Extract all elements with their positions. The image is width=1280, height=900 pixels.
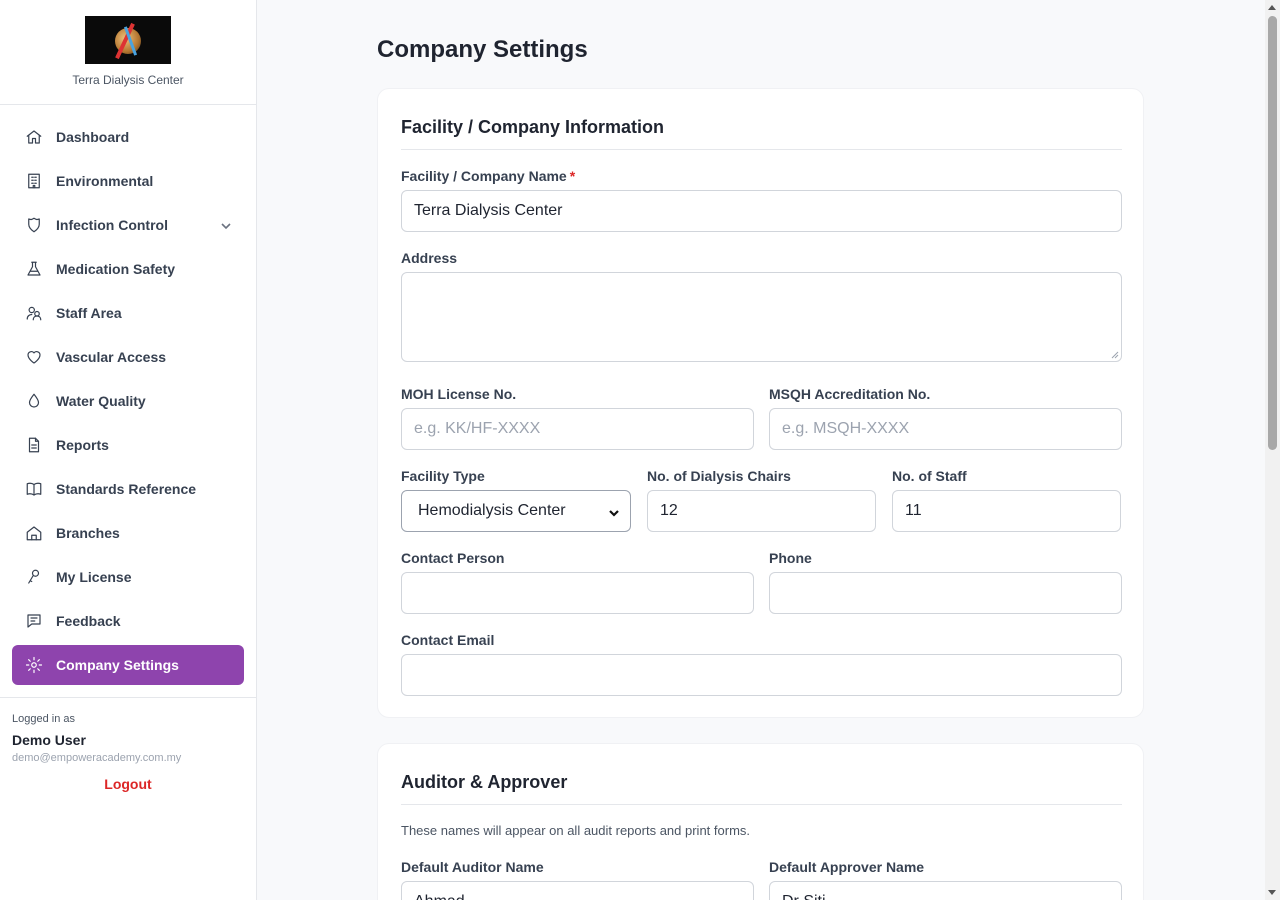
sidebar-item-label: Staff Area bbox=[56, 305, 122, 321]
brand: Terra Dialysis Center bbox=[0, 0, 256, 105]
chevron-down-icon[interactable] bbox=[220, 219, 232, 231]
contact-person-label: Contact Person bbox=[401, 550, 505, 566]
section-title: Facility / Company Information bbox=[401, 117, 665, 137]
sidebar-item-label: Medication Safety bbox=[56, 261, 176, 277]
sidebar-item-infection-control[interactable]: Infection Control bbox=[12, 205, 244, 245]
page-title: Company Settings bbox=[377, 36, 588, 63]
default-auditor-label: Default Auditor Name bbox=[401, 859, 544, 875]
chevron-down-icon bbox=[608, 506, 620, 518]
user-name: Demo User bbox=[12, 732, 86, 748]
contact-email-label: Contact Email bbox=[401, 632, 495, 648]
scrollbar-thumb[interactable] bbox=[1268, 16, 1277, 450]
gear-icon bbox=[24, 655, 44, 675]
sidebar-item-label: My License bbox=[56, 569, 132, 585]
sidebar-item-staff-area[interactable]: Staff Area bbox=[12, 293, 244, 333]
sidebar-item-medication-safety[interactable]: Medication Safety bbox=[12, 249, 244, 289]
sidebar-item-label: Environmental bbox=[56, 173, 154, 189]
building-icon bbox=[24, 171, 44, 191]
home-icon bbox=[24, 127, 44, 147]
logout-button[interactable]: Logout bbox=[12, 776, 244, 792]
resize-grip-icon[interactable] bbox=[1111, 351, 1119, 359]
sidebar-item-label: Standards Reference bbox=[56, 481, 197, 497]
auditor-approver-card: Auditor & Approver These names will appe… bbox=[377, 743, 1144, 900]
sidebar-item-feedback[interactable]: Feedback bbox=[12, 601, 244, 641]
section-divider bbox=[401, 804, 1122, 805]
facility-type-select[interactable]: Hemodialysis Center bbox=[401, 490, 631, 532]
user-panel: Logged in as Demo User demo@empoweracade… bbox=[0, 697, 256, 792]
users-icon bbox=[24, 303, 44, 323]
sidebar-item-label: Feedback bbox=[56, 613, 121, 629]
default-approver-input[interactable]: Dr Siti bbox=[769, 881, 1122, 900]
heart-icon bbox=[24, 347, 44, 367]
phone-label: Phone bbox=[769, 550, 812, 566]
sidebar-item-dashboard[interactable]: Dashboard bbox=[12, 117, 244, 157]
dialysis-chairs-label: No. of Dialysis Chairs bbox=[647, 468, 791, 484]
branch-home-icon bbox=[24, 523, 44, 543]
sidebar-item-label: Water Quality bbox=[56, 393, 146, 409]
sidebar-item-label: Infection Control bbox=[56, 217, 168, 233]
default-auditor-input[interactable]: Ahmad bbox=[401, 881, 754, 900]
moh-license-input[interactable]: e.g. KK/HF-XXXX bbox=[401, 408, 754, 450]
company-logo bbox=[85, 16, 171, 64]
flask-icon bbox=[24, 259, 44, 279]
user-email: demo@empoweracademy.com.my bbox=[12, 752, 182, 764]
sidebar-item-label: Branches bbox=[56, 525, 120, 541]
brand-name: Terra Dialysis Center bbox=[72, 73, 184, 87]
default-approver-label: Default Approver Name bbox=[769, 859, 925, 875]
sidebar-item-label: Vascular Access bbox=[56, 349, 167, 365]
sidebar-item-label: Dashboard bbox=[56, 129, 130, 145]
required-marker: * bbox=[569, 168, 576, 184]
sidebar: Terra Dialysis Center Dashboard Environm… bbox=[0, 0, 257, 900]
scroll-down-arrow-icon[interactable] bbox=[1268, 890, 1276, 895]
sidebar-item-reports[interactable]: Reports bbox=[12, 425, 244, 465]
company-name-label: Facility / Company Name * bbox=[401, 168, 576, 184]
sidebar-item-vascular-access[interactable]: Vascular Access bbox=[12, 337, 244, 377]
address-textarea[interactable] bbox=[401, 272, 1122, 362]
facility-type-label: Facility Type bbox=[401, 468, 485, 484]
dialysis-chairs-input[interactable]: 12 bbox=[647, 490, 876, 532]
book-icon bbox=[24, 479, 44, 499]
section-description: These names will appear on all audit rep… bbox=[401, 823, 751, 838]
moh-license-label: MOH License No. bbox=[401, 386, 517, 402]
msqh-accreditation-label: MSQH Accreditation No. bbox=[769, 386, 931, 402]
address-label: Address bbox=[401, 250, 458, 266]
staff-count-input[interactable]: 11 bbox=[892, 490, 1121, 532]
facility-info-card: Facility / Company Information Facility … bbox=[377, 88, 1144, 718]
sidebar-item-label: Reports bbox=[56, 437, 109, 453]
section-title: Auditor & Approver bbox=[401, 772, 568, 792]
scroll-up-arrow-icon[interactable] bbox=[1268, 5, 1276, 10]
document-icon bbox=[24, 435, 44, 455]
droplet-icon bbox=[24, 391, 44, 411]
key-icon bbox=[24, 567, 44, 587]
sidebar-item-company-settings[interactable]: Company Settings bbox=[12, 645, 244, 685]
sidebar-item-standards-reference[interactable]: Standards Reference bbox=[12, 469, 244, 509]
company-name-input[interactable]: Terra Dialysis Center bbox=[401, 190, 1122, 232]
sidebar-item-my-license[interactable]: My License bbox=[12, 557, 244, 597]
sidebar-item-environmental[interactable]: Environmental bbox=[12, 161, 244, 201]
contact-person-input[interactable] bbox=[401, 572, 754, 614]
sidebar-item-label: Company Settings bbox=[56, 657, 179, 673]
contact-email-input[interactable] bbox=[401, 654, 1122, 696]
sidebar-item-branches[interactable]: Branches bbox=[12, 513, 244, 553]
msqh-accreditation-input[interactable]: e.g. MSQH-XXXX bbox=[769, 408, 1122, 450]
sidebar-item-water-quality[interactable]: Water Quality bbox=[12, 381, 244, 421]
sidebar-nav: Dashboard Environmental Infection Contro… bbox=[0, 105, 256, 685]
page-scrollbar[interactable] bbox=[1265, 0, 1280, 900]
shield-icon bbox=[24, 215, 44, 235]
section-divider bbox=[401, 149, 1122, 150]
staff-count-label: No. of Staff bbox=[892, 468, 967, 484]
logged-in-label: Logged in as bbox=[12, 713, 75, 725]
message-icon bbox=[24, 611, 44, 631]
phone-input[interactable] bbox=[769, 572, 1122, 614]
